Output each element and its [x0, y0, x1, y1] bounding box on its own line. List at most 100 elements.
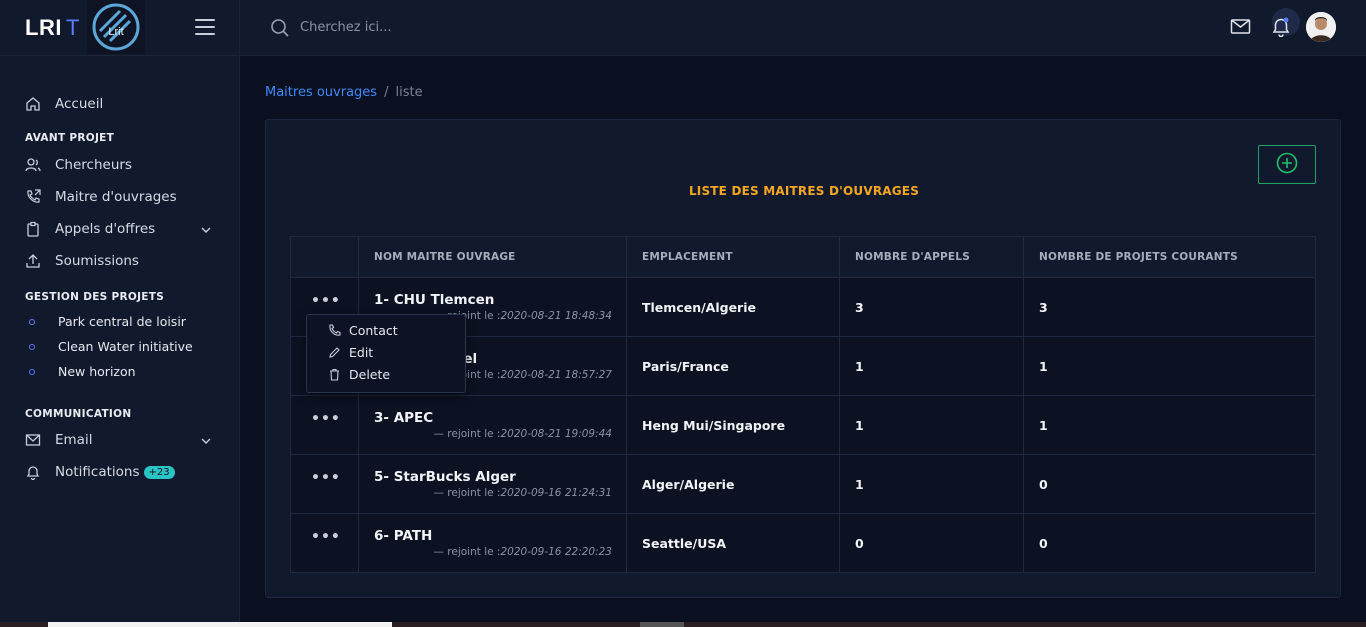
row-joined: — rejoint le :2020-09-16 21:24:31 [433, 487, 612, 499]
column-header: EMPLACEMENT [626, 236, 840, 278]
appels-cell: 3 [839, 277, 1024, 337]
search-icon[interactable] [270, 18, 290, 42]
name-cell: 3- APEC — rejoint le :2020-08-21 19:09:44 [358, 395, 627, 455]
brand-name: LRI T [25, 14, 80, 40]
column-header: NOMBRE D'APPELS [839, 236, 1024, 278]
row-name: 1- CHU Tlemcen [374, 292, 495, 308]
menu-item-label: Delete [349, 366, 391, 382]
sidebar-item-email[interactable]: Email [0, 424, 239, 456]
sidebar-item-soumissions[interactable]: Soumissions [0, 245, 239, 277]
sidebar-item-label: New horizon [58, 364, 136, 379]
sidebar-item-label: Maitre d'ouvrages [55, 189, 177, 205]
contact-menu-item[interactable]: Contact [307, 319, 465, 341]
menu-item-label: Contact [349, 322, 398, 338]
projets-cell: 1 [1023, 336, 1316, 396]
search-input[interactable] [300, 14, 600, 40]
breadcrumb-current: liste [395, 85, 423, 100]
add-button[interactable] [1258, 145, 1316, 184]
location-cell: Tlemcen/Algerie [626, 277, 840, 337]
bullet-icon [29, 343, 35, 350]
table-row: ••• 5- StarBucks Alger — rejoint le :2020… [290, 454, 1316, 514]
sidebar-item-label: Appels d'offres [55, 221, 156, 237]
sidebar-item-appels-offres[interactable]: Appels d'offres [0, 213, 239, 245]
actions-cell: ••• [290, 395, 359, 455]
trash-icon [328, 368, 342, 381]
location-cell: Alger/Algerie [626, 454, 840, 514]
sidebar-item-maitre-ouvrages[interactable]: Maitre d'ouvrages [0, 181, 239, 213]
sidebar-item-label: Email [55, 432, 93, 448]
users-icon [25, 157, 41, 173]
section-title-communication: COMMUNICATION [25, 408, 132, 420]
breadcrumb-separator: / [384, 85, 389, 100]
sidebar-item-label: Chercheurs [55, 157, 132, 173]
bell-icon [25, 464, 41, 480]
chevron-down-icon [201, 223, 211, 239]
actions-cell: ••• [290, 454, 359, 514]
sidebar-project-1[interactable]: Park central de loisir [0, 309, 239, 334]
appels-cell: 1 [839, 395, 1024, 455]
edit-menu-item[interactable]: Edit [307, 341, 465, 363]
row-name: 5- StarBucks Alger [374, 469, 516, 485]
sidebar: LRI T Lrit Accueil AVANT PROJET Chercheur… [0, 0, 240, 627]
actions-cell: ••• [290, 513, 359, 573]
more-icon[interactable]: ••• [311, 529, 341, 545]
row-joined: — rejoint le :2020-09-16 22:20:23 [433, 546, 612, 558]
location-cell: Heng Mui/Singapore [626, 395, 840, 455]
table-row: ••• 6- PATH — rejoint le :2020-09-16 22:2… [290, 513, 1316, 573]
location-cell: Paris/France [626, 336, 840, 396]
name-cell: 5- StarBucks Alger — rejoint le :2020-09-… [358, 454, 627, 514]
table-row: ••• 3- APEC — rejoint le :2020-08-21 19:0… [290, 395, 1316, 455]
plus-circle-icon [1276, 152, 1298, 178]
section-title-avant-projet: AVANT PROJET [25, 132, 115, 144]
sidebar-item-accueil[interactable]: Accueil [0, 88, 239, 120]
sidebar-item-chercheurs[interactable]: Chercheurs [0, 149, 239, 181]
sidebar-item-label: Accueil [55, 96, 104, 112]
taskbar-strip [0, 622, 1366, 627]
brand-logo: Lrit [87, 0, 145, 54]
bullet-icon [29, 318, 35, 325]
sidebar-project-3[interactable]: New horizon [0, 359, 239, 384]
column-header: NOMBRE DE PROJETS COURANTS [1023, 236, 1316, 278]
avatar[interactable] [1306, 12, 1336, 42]
topbar [240, 0, 1366, 56]
projets-cell: 0 [1023, 454, 1316, 514]
svg-text:Lrit: Lrit [108, 26, 123, 38]
sidebar-item-notifications[interactable]: Notifications +23 [0, 456, 239, 488]
location-cell: Seattle/USA [626, 513, 840, 573]
more-icon[interactable]: ••• [311, 470, 341, 486]
row-name: 6- PATH [374, 528, 433, 544]
row-joined: — rejoint le :2020-08-21 19:09:44 [433, 428, 612, 440]
mail-icon[interactable] [1230, 16, 1251, 41]
column-header: NOM MAITRE OUVRAGE [358, 236, 627, 278]
brand[interactable]: LRI T Lrit [0, 0, 239, 56]
table-header-row: NOM MAITRE OUVRAGE EMPLACEMENT NOMBRE D'… [290, 236, 1316, 278]
sidebar-project-2[interactable]: Clean Water initiative [0, 334, 239, 359]
more-icon[interactable]: ••• [311, 411, 341, 427]
pencil-icon [328, 346, 342, 359]
name-cell: 6- PATH — rejoint le :2020-09-16 22:20:23 [358, 513, 627, 573]
row-actions-dropdown: Contact Edit Delete [306, 314, 466, 393]
delete-menu-item[interactable]: Delete [307, 363, 465, 385]
projets-cell: 1 [1023, 395, 1316, 455]
appels-cell: 1 [839, 454, 1024, 514]
sidebar-item-label: Park central de loisir [58, 314, 186, 329]
notification-count-badge: +23 [143, 465, 175, 479]
breadcrumb: Maitres ouvrages / liste [265, 85, 423, 100]
section-title-gestion-projets: GESTION DES PROJETS [25, 291, 165, 303]
phone-call-icon [25, 189, 41, 205]
sidebar-item-label: Clean Water initiative [58, 339, 193, 354]
clipboard-icon [25, 221, 41, 237]
more-icon[interactable]: ••• [311, 293, 341, 309]
chevron-down-icon [201, 434, 211, 450]
appels-cell: 1 [839, 336, 1024, 396]
menu-item-label: Edit [349, 344, 374, 360]
menu-toggle-icon[interactable] [195, 19, 215, 35]
maitres-table: NOM MAITRE OUVRAGE EMPLACEMENT NOMBRE D'… [290, 236, 1316, 573]
breadcrumb-link[interactable]: Maitres ouvrages [265, 85, 377, 100]
bell-icon[interactable] [1272, 17, 1290, 41]
projets-cell: 3 [1023, 277, 1316, 337]
phone-icon [328, 323, 342, 337]
home-icon [25, 96, 41, 112]
upload-icon [25, 253, 41, 269]
row-name: 3- APEC [374, 410, 434, 426]
